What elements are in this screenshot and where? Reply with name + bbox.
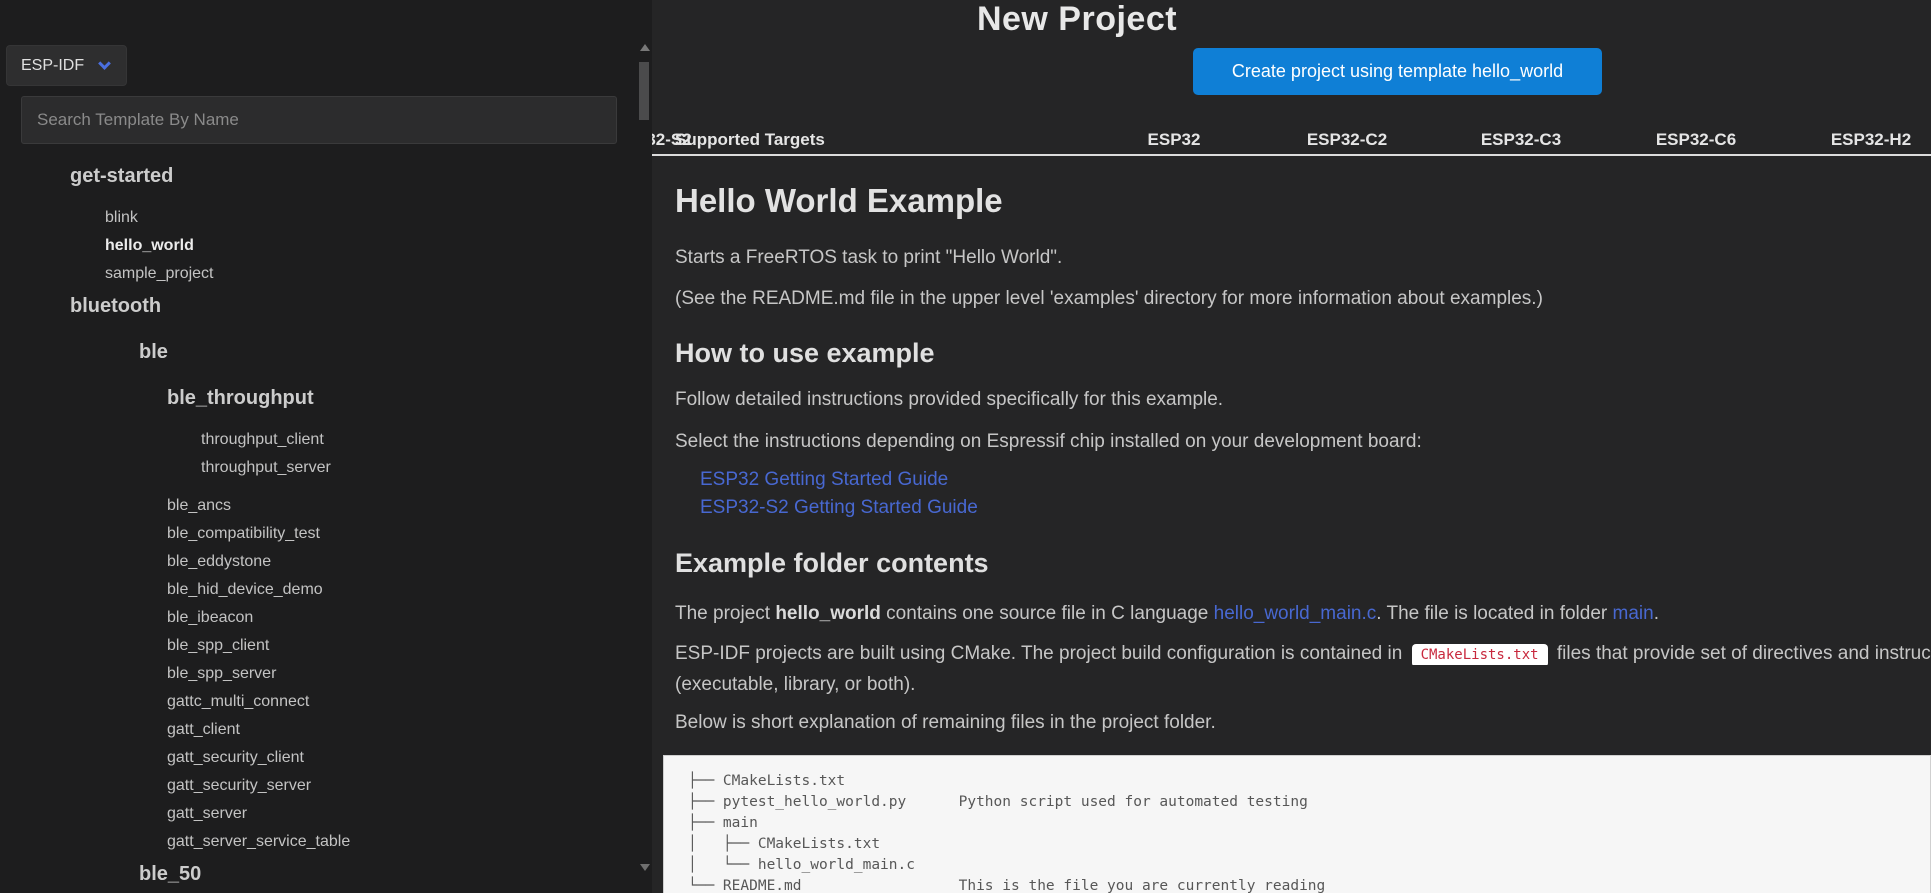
- getting-started-link[interactable]: ESP32 Getting Started Guide: [700, 469, 948, 491]
- tree-item[interactable]: bluetooth: [0, 288, 630, 324]
- tree-item[interactable]: gatt_client: [0, 716, 630, 744]
- text: contains one source file in C language: [881, 603, 1214, 624]
- tree-item[interactable]: blink: [0, 204, 630, 232]
- page-title: New Project: [827, 0, 1327, 39]
- tree-item[interactable]: sample_project: [0, 260, 630, 288]
- text: files that provide set of directives and…: [1552, 643, 1931, 664]
- tree-item[interactable]: ble_50: [0, 856, 630, 892]
- tree-item[interactable]: throughput_client: [0, 426, 630, 454]
- text: . The file is located in folder: [1376, 603, 1612, 624]
- tree-item[interactable]: ble_spp_server: [0, 660, 630, 688]
- how-to-use-heading: How to use example: [675, 338, 935, 369]
- text: The project: [675, 603, 775, 624]
- framework-select-value: ESP-IDF: [21, 57, 84, 75]
- supported-targets-label: Supported Targets: [675, 130, 825, 150]
- readme-paragraph-project: The project hello_world contains one sou…: [675, 603, 1659, 625]
- target-chip: ESP32: [1148, 130, 1201, 150]
- tree-item[interactable]: gatt_security_server: [0, 772, 630, 800]
- sidebar-scrollbar[interactable]: [637, 36, 652, 893]
- tree-item[interactable]: ble_ibeacon: [0, 604, 630, 632]
- readme-paragraph-see-note: (See the README.md file in the upper lev…: [675, 288, 1543, 310]
- template-tree: get-started blinkhello_worldsample_projec…: [0, 158, 630, 892]
- inline-code-badge: CMakeLists.txt: [1412, 644, 1548, 665]
- readme-paragraph-below: Below is short explanation of remaining …: [675, 712, 1216, 734]
- scroll-up-icon[interactable]: [640, 44, 650, 51]
- target-chip: ESP32-C6: [1656, 130, 1736, 150]
- target-chip: ESP32-C2: [1307, 130, 1387, 150]
- readme-paragraph-cmake: ESP-IDF projects are built using CMake. …: [675, 643, 1931, 665]
- tree-item[interactable]: throughput_server: [0, 454, 630, 482]
- target-chip: ESP32-C3: [1481, 130, 1561, 150]
- framework-select[interactable]: ESP-IDF: [6, 45, 127, 86]
- tree-item[interactable]: gatt_security_client: [0, 744, 630, 772]
- getting-started-link[interactable]: ESP32-S2 Getting Started Guide: [700, 497, 978, 519]
- folder-structure-code-block: ├── CMakeLists.txt ├── pytest_hello_worl…: [663, 755, 1931, 893]
- tree-item[interactable]: gatt_server: [0, 800, 630, 828]
- scroll-down-icon[interactable]: [640, 864, 650, 871]
- scrollbar-thumb[interactable]: [639, 62, 649, 120]
- project-name-bold: hello_world: [775, 603, 881, 624]
- create-project-button[interactable]: Create project using template hello_worl…: [1193, 48, 1602, 95]
- project-details-panel: New Project Create project using templat…: [652, 0, 1931, 893]
- readme-paragraph-follow: Follow detailed instructions provided sp…: [675, 389, 1223, 411]
- tree-item[interactable]: gattc_multi_connect: [0, 688, 630, 716]
- tree-item[interactable]: ble_throughput: [0, 380, 630, 416]
- templates-sidebar: ESP-IDF get-started blinkhello_worldsampl…: [0, 0, 652, 893]
- supported-targets-row: Supported Targets ESP32 ESP32-C2 ESP32-C3 E…: [652, 122, 1931, 156]
- tree-item[interactable]: ble_hid_device_demo: [0, 576, 630, 604]
- tree-item[interactable]: gatt_server_service_table: [0, 828, 630, 856]
- text: ESP-IDF projects are built using CMake. …: [675, 643, 1408, 664]
- folder-contents-heading: Example folder contents: [675, 548, 989, 579]
- readme-paragraph-cmake-cont: (executable, library, or both).: [675, 674, 915, 696]
- tree-item[interactable]: hello_world: [0, 232, 630, 260]
- main-source-link[interactable]: hello_world_main.c: [1214, 603, 1377, 624]
- tree-item[interactable]: ble_compatibility_test: [0, 520, 630, 548]
- tree-item[interactable]: ble_ancs: [0, 492, 630, 520]
- tree-item[interactable]: ble: [0, 334, 630, 370]
- readme-title: Hello World Example: [675, 182, 1003, 220]
- tree-item[interactable]: ble_eddystone: [0, 548, 630, 576]
- tree-item[interactable]: ble_spp_client: [0, 632, 630, 660]
- text: .: [1654, 603, 1659, 624]
- readme-paragraph-select: Select the instructions depending on Esp…: [675, 431, 1422, 453]
- chevron-down-icon: [98, 57, 111, 70]
- main-folder-link[interactable]: main: [1613, 603, 1654, 624]
- readme-paragraph-intro: Starts a FreeRTOS task to print "Hello W…: [675, 247, 1062, 269]
- search-input[interactable]: [21, 96, 617, 144]
- tree-item[interactable]: get-started: [0, 158, 630, 194]
- target-chip: ESP32-H2: [1831, 130, 1911, 150]
- target-chip: ESP32-S2: [652, 130, 692, 150]
